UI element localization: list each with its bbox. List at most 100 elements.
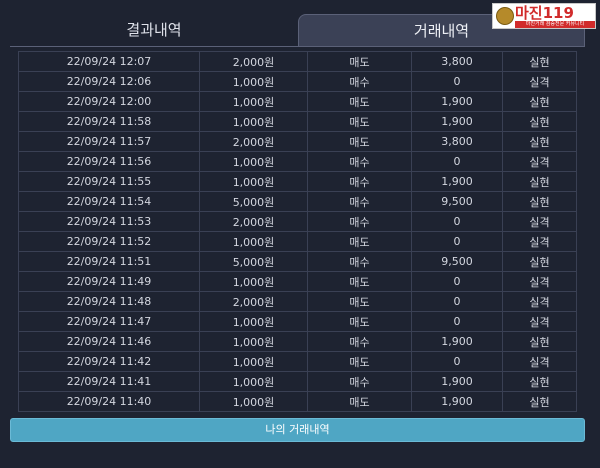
cell-amount: 1,000원 (199, 111, 308, 132)
cell-time: 22/09/24 12:07 (18, 51, 200, 72)
cell-type: 매도 (307, 111, 412, 132)
cell-type: 매수 (307, 251, 412, 272)
cell-value: 3,800 (411, 131, 503, 152)
cell-amount: 1,000원 (199, 371, 308, 392)
cell-type: 매수 (307, 171, 412, 192)
table-row: 22/09/24 11:49 1,000원 매도 0 실격 (18, 271, 577, 292)
cell-amount: 2,000원 (199, 51, 308, 72)
cell-value: 0 (411, 71, 503, 92)
table-row: 22/09/24 11:53 2,000원 매수 0 실격 (18, 211, 577, 232)
table-row: 22/09/24 12:07 2,000원 매도 3,800 실현 (18, 51, 577, 72)
cell-type: 매도 (307, 311, 412, 332)
table-row: 22/09/24 11:47 1,000원 매도 0 실격 (18, 311, 577, 332)
cell-amount: 1,000원 (199, 71, 308, 92)
cell-result: 실격 (502, 351, 577, 372)
cell-type: 매수 (307, 71, 412, 92)
cell-type: 매도 (307, 231, 412, 252)
eagle-emblem-icon (496, 7, 514, 25)
cell-value: 1,900 (411, 391, 503, 412)
cell-type: 매도 (307, 271, 412, 292)
cell-type: 매도 (307, 131, 412, 152)
cell-time: 22/09/24 11:57 (18, 131, 200, 152)
table-row: 22/09/24 11:52 1,000원 매도 0 실격 (18, 231, 577, 252)
table-row: 22/09/24 11:42 1,000원 매도 0 실격 (18, 351, 577, 372)
cell-value: 0 (411, 211, 503, 232)
cell-result: 실현 (502, 171, 577, 192)
cell-amount: 1,000원 (199, 231, 308, 252)
cell-value: 1,900 (411, 171, 503, 192)
cell-time: 22/09/24 11:48 (18, 291, 200, 312)
table-row: 22/09/24 11:55 1,000원 매수 1,900 실현 (18, 171, 577, 192)
watermark-logo: 마진119 마진거래 검증전문 커뮤니티 (492, 3, 596, 29)
cell-type: 매도 (307, 51, 412, 72)
cell-result: 실현 (502, 91, 577, 112)
cell-amount: 1,000원 (199, 351, 308, 372)
cell-value: 0 (411, 351, 503, 372)
cell-result: 실격 (502, 311, 577, 332)
cell-value: 3,800 (411, 51, 503, 72)
table-row: 22/09/24 11:48 2,000원 매도 0 실격 (18, 291, 577, 312)
cell-value: 1,900 (411, 331, 503, 352)
cell-time: 22/09/24 11:55 (18, 171, 200, 192)
cell-result: 실격 (502, 211, 577, 232)
cell-value: 0 (411, 231, 503, 252)
cell-amount: 5,000원 (199, 191, 308, 212)
cell-type: 매도 (307, 291, 412, 312)
table-row: 22/09/24 11:41 1,000원 매수 1,900 실현 (18, 371, 577, 392)
cell-time: 22/09/24 12:00 (18, 91, 200, 112)
cell-value: 0 (411, 291, 503, 312)
cell-type: 매수 (307, 371, 412, 392)
cell-time: 22/09/24 11:51 (18, 251, 200, 272)
cell-value: 1,900 (411, 91, 503, 112)
table-row: 22/09/24 11:51 5,000원 매수 9,500 실현 (18, 251, 577, 272)
cell-time: 22/09/24 11:42 (18, 351, 200, 372)
cell-time: 22/09/24 11:49 (18, 271, 200, 292)
my-trades-button[interactable]: 나의 거래내역 (10, 418, 585, 442)
cell-value: 1,900 (411, 111, 503, 132)
tab-results[interactable]: 결과내역 (10, 14, 298, 46)
table-row: 22/09/24 11:40 1,000원 매도 1,900 실현 (18, 391, 577, 412)
cell-amount: 2,000원 (199, 211, 308, 232)
cell-amount: 1,000원 (199, 151, 308, 172)
tab-divider (10, 46, 585, 47)
cell-time: 22/09/24 11:58 (18, 111, 200, 132)
cell-type: 매도 (307, 391, 412, 412)
cell-amount: 1,000원 (199, 391, 308, 412)
table-row: 22/09/24 11:54 5,000원 매수 9,500 실현 (18, 191, 577, 212)
cell-result: 실현 (502, 331, 577, 352)
table-row: 22/09/24 11:57 2,000원 매도 3,800 실현 (18, 131, 577, 152)
cell-value: 0 (411, 151, 503, 172)
cell-time: 22/09/24 11:47 (18, 311, 200, 332)
cell-amount: 1,000원 (199, 311, 308, 332)
cell-result: 실격 (502, 291, 577, 312)
cell-time: 22/09/24 11:40 (18, 391, 200, 412)
cell-time: 22/09/24 11:56 (18, 151, 200, 172)
cell-result: 실격 (502, 151, 577, 172)
cell-result: 실격 (502, 271, 577, 292)
cell-time: 22/09/24 11:53 (18, 211, 200, 232)
cell-amount: 2,000원 (199, 131, 308, 152)
table-row: 22/09/24 11:56 1,000원 매수 0 실격 (18, 151, 577, 172)
cell-time: 22/09/24 11:46 (18, 331, 200, 352)
cell-amount: 5,000원 (199, 251, 308, 272)
cell-time: 22/09/24 11:52 (18, 231, 200, 252)
cell-amount: 1,000원 (199, 271, 308, 292)
cell-value: 9,500 (411, 251, 503, 272)
cell-type: 매수 (307, 151, 412, 172)
cell-result: 실격 (502, 231, 577, 252)
cell-amount: 1,000원 (199, 91, 308, 112)
cell-result: 실현 (502, 391, 577, 412)
table-row: 22/09/24 11:58 1,000원 매도 1,900 실현 (18, 111, 577, 132)
table-row: 22/09/24 12:06 1,000원 매수 0 실격 (18, 71, 577, 92)
cell-type: 매수 (307, 191, 412, 212)
table-row: 22/09/24 12:00 1,000원 매도 1,900 실현 (18, 91, 577, 112)
cell-value: 1,900 (411, 371, 503, 392)
trade-history-table: 22/09/24 12:07 2,000원 매도 3,800 실현 22/09/24 12… (18, 51, 577, 412)
cell-value: 9,500 (411, 191, 503, 212)
table-row: 22/09/24 11:46 1,000원 매수 1,900 실현 (18, 331, 577, 352)
cell-type: 매수 (307, 211, 412, 232)
cell-time: 22/09/24 11:54 (18, 191, 200, 212)
logo-subtitle: 마진거래 검증전문 커뮤니티 (515, 21, 595, 28)
cell-time: 22/09/24 12:06 (18, 71, 200, 92)
cell-result: 실현 (502, 371, 577, 392)
